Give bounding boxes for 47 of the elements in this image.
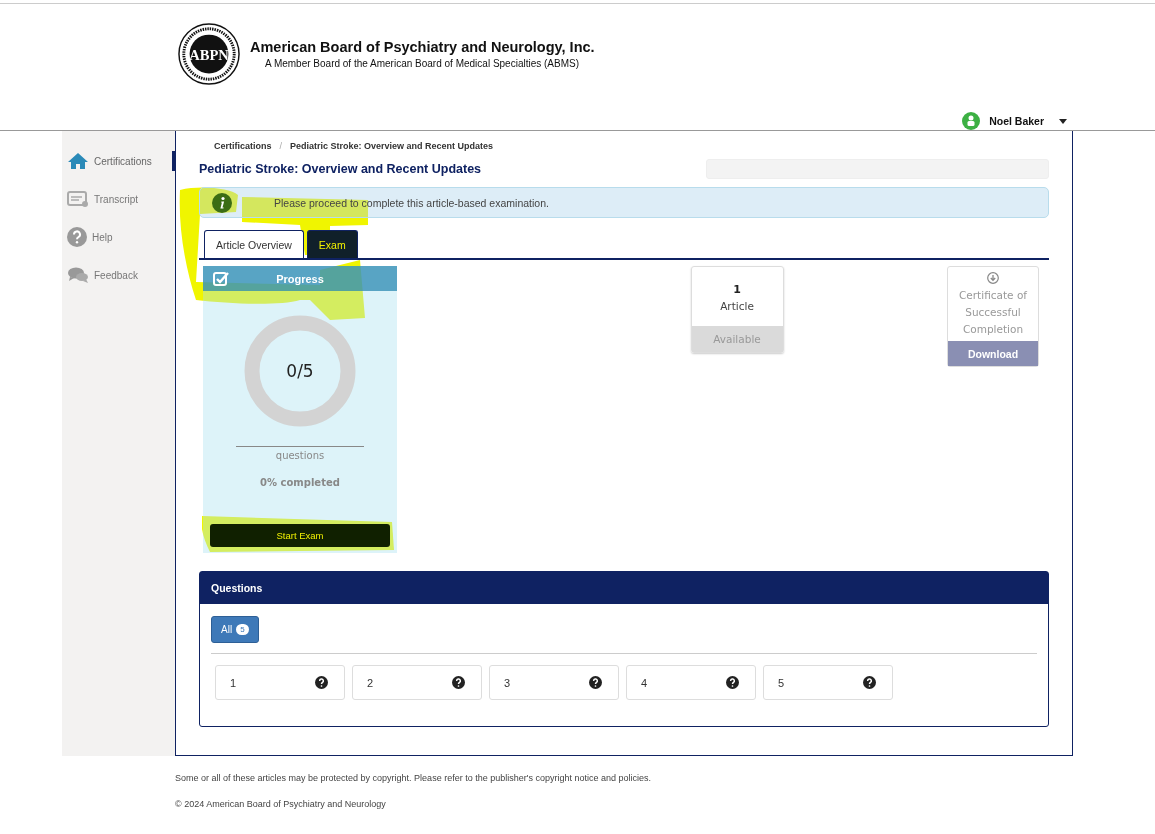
question-item[interactable]: 5 xyxy=(763,665,893,700)
question-item[interactable]: 3 xyxy=(489,665,619,700)
question-mark-icon xyxy=(315,676,328,689)
sidebar-item[interactable]: Certifications xyxy=(62,151,175,171)
organization-subtitle: A Member Board of the American Board of Medical Specialties (ABMS) xyxy=(264,58,581,69)
sidebar-item[interactable]: Transcript xyxy=(62,189,175,209)
breadcrumb-separator: / xyxy=(279,141,283,151)
question-mark-icon xyxy=(726,676,739,689)
question-mark-icon xyxy=(452,676,465,689)
user-name[interactable]: Noel Baker xyxy=(989,115,1044,127)
copyright-notice: Some or all of these articles may be protected by copyright. Please refer to the publisher's copyright notice and policies. xyxy=(175,773,652,783)
help-icon xyxy=(67,227,87,247)
article-status: Available xyxy=(691,326,783,352)
progress-header: Progress xyxy=(203,266,397,291)
document-icon xyxy=(67,190,89,208)
chat-bubbles-icon xyxy=(67,266,89,284)
home-icon xyxy=(67,152,89,170)
info-icon xyxy=(212,192,232,213)
organization-name: American Board of Psychiatry and Neurology, Inc. xyxy=(250,39,595,55)
checkbox-icon xyxy=(213,270,229,287)
progress-reading: 0/5 xyxy=(286,361,314,381)
tab[interactable]: Exam xyxy=(306,230,358,258)
breadcrumb-current: Pediatric Stroke: Overview and Recent Updates xyxy=(290,141,494,151)
caret-icon[interactable] xyxy=(1059,118,1067,124)
question-item[interactable]: 4 xyxy=(626,665,756,700)
question-mark-icon xyxy=(863,676,876,689)
article-count: 1 xyxy=(732,283,742,296)
certificate-label: Certificate of Successful Completion xyxy=(958,288,1028,337)
question-item[interactable]: 2 xyxy=(352,665,482,700)
progress-unit: questions xyxy=(275,450,325,461)
download-icon xyxy=(987,272,999,284)
count-badge: 5 xyxy=(236,624,249,635)
completion-text: 0% completed xyxy=(260,477,340,488)
filter-button[interactable]: All 5 xyxy=(211,616,259,643)
logo-icon: ABPN xyxy=(178,23,240,85)
question-mark-icon xyxy=(589,676,602,689)
user-avatar-icon xyxy=(962,112,981,130)
article-label: Article xyxy=(719,300,755,312)
tab[interactable]: Article Overview xyxy=(204,230,304,258)
questions-header: Questions xyxy=(200,572,1048,604)
page-title: Pediatric Stroke: Overview and Recent Updates xyxy=(199,162,482,176)
copyright-line: © 2024 American Board of Psychiatry and Neurology xyxy=(175,799,387,809)
start-exam-button[interactable]: Start Exam xyxy=(210,524,390,547)
sidebar-item[interactable]: Feedback xyxy=(62,265,175,285)
sidebar-item[interactable]: Help xyxy=(62,227,175,247)
breadcrumb-link[interactable]: Certifications xyxy=(214,141,272,151)
question-item[interactable]: 1 xyxy=(215,665,345,700)
